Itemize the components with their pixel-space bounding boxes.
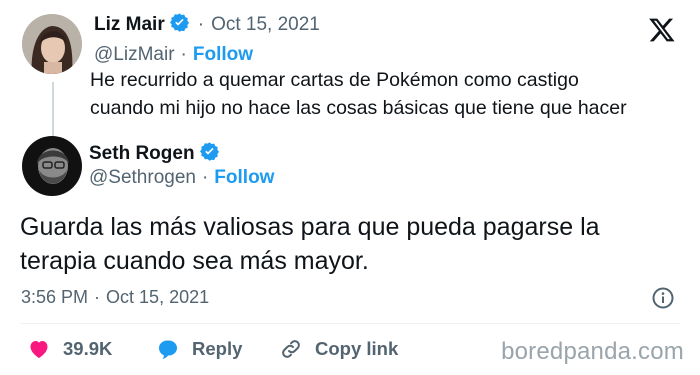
thread-connector-line bbox=[52, 82, 54, 144]
quoted-author-handle[interactable]: @LizMair bbox=[94, 44, 175, 66]
tweet-date[interactable]: Oct 15, 2021 bbox=[106, 287, 209, 308]
main-author-avatar[interactable] bbox=[22, 136, 82, 196]
divider bbox=[20, 323, 680, 324]
verified-badge-icon bbox=[169, 12, 190, 38]
x-logo-icon[interactable] bbox=[648, 16, 676, 44]
main-author-handle[interactable]: @Sethrogen bbox=[89, 167, 196, 189]
separator: · bbox=[94, 287, 101, 307]
copy-link-label: Copy link bbox=[315, 338, 399, 359]
follow-button[interactable]: Follow bbox=[214, 167, 274, 189]
heart-icon bbox=[30, 341, 48, 358]
quoted-tweet-date[interactable]: Oct 15, 2021 bbox=[211, 14, 320, 36]
reply-bubble-icon bbox=[159, 340, 177, 359]
main-author-name[interactable]: Seth Rogen bbox=[89, 143, 195, 165]
separator: · bbox=[180, 44, 187, 65]
copy-link-button[interactable]: Copy link bbox=[279, 336, 398, 362]
reply-button[interactable]: Reply bbox=[156, 336, 242, 362]
quoted-tweet-text-line: He recurrido a quemar cartas de Pokémon … bbox=[90, 69, 579, 91]
info-icon[interactable] bbox=[651, 286, 675, 310]
tweet-time[interactable]: 3:56 PM bbox=[21, 287, 88, 308]
quoted-tweet-text-line: cuando mi hijo no hace las cosas básicas… bbox=[90, 97, 627, 119]
quoted-author-name[interactable]: Liz Mair bbox=[94, 14, 165, 36]
verified-badge-icon bbox=[199, 141, 220, 167]
main-tweet-text-line: Guarda las más valiosas para que pueda p… bbox=[20, 213, 600, 241]
separator: · bbox=[197, 14, 205, 35]
quoted-tweet-text: He recurrido a quemar cartas de Pokémon … bbox=[90, 66, 627, 122]
watermark: boredpanda.com bbox=[501, 338, 684, 365]
like-button[interactable]: 39.9K bbox=[27, 336, 112, 362]
reply-label: Reply bbox=[192, 338, 243, 359]
main-tweet-text: Guarda las más valiosas para que pueda p… bbox=[20, 210, 600, 278]
link-icon bbox=[282, 340, 300, 358]
separator: · bbox=[201, 167, 209, 188]
quoted-author-avatar[interactable] bbox=[22, 14, 82, 74]
follow-button[interactable]: Follow bbox=[193, 44, 253, 66]
like-count: 39.9K bbox=[63, 338, 113, 359]
main-tweet-text-line: terapia cuando sea más mayor. bbox=[20, 247, 369, 275]
